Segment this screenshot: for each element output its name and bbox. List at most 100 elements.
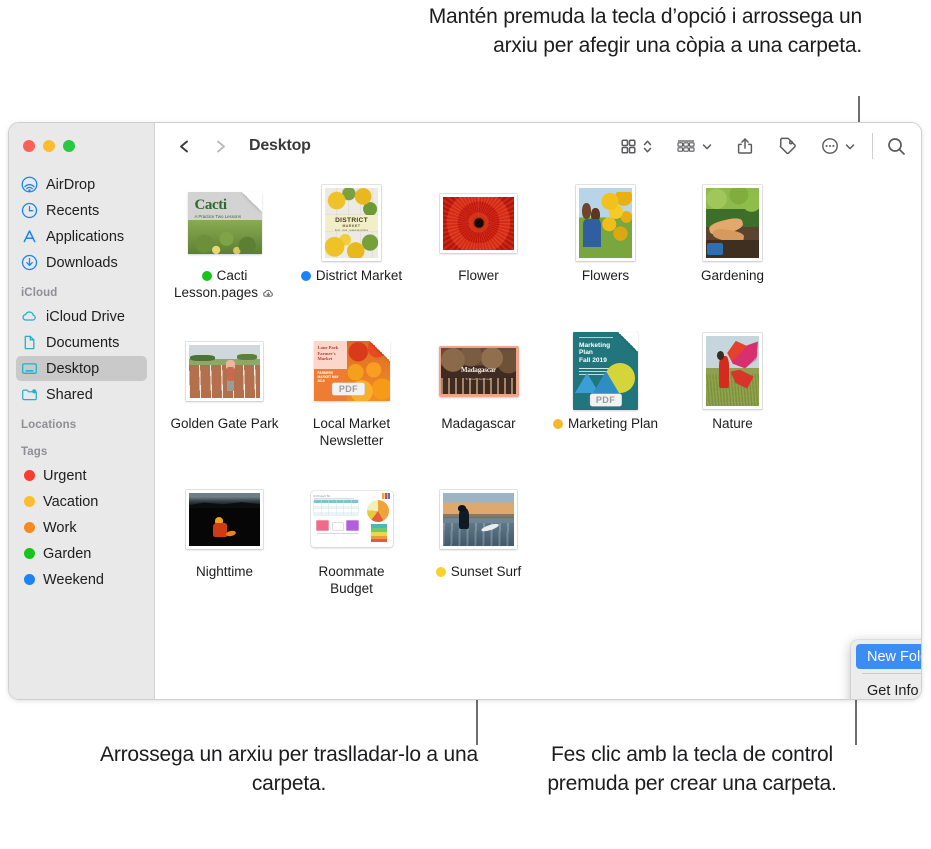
toolbar-divider bbox=[872, 133, 873, 159]
file-name-label[interactable]: Nature bbox=[712, 415, 753, 432]
file-thumbnail[interactable] bbox=[703, 327, 762, 415]
download-icon bbox=[21, 254, 38, 271]
file-name-label[interactable]: Nighttime bbox=[196, 563, 253, 580]
sidebar-item-recents[interactable]: Recents bbox=[16, 198, 147, 223]
file-thumbnail[interactable]: Lone Park Farmer's Market FARMERS MARKET… bbox=[313, 327, 390, 415]
sidebar-item-applications[interactable]: Applications bbox=[16, 224, 147, 249]
menu-item-new-folder[interactable]: New Folder bbox=[856, 644, 921, 669]
file-name-label[interactable]: Marketing Plan bbox=[552, 415, 658, 432]
file-item[interactable]: Nighttime bbox=[161, 475, 288, 623]
minimize-button[interactable] bbox=[43, 140, 55, 152]
sidebar-group-header: iCloud bbox=[21, 287, 58, 299]
file-name-label[interactable]: District Market bbox=[300, 267, 402, 284]
forward-button[interactable] bbox=[207, 133, 233, 159]
file-item[interactable]: Flowers bbox=[542, 179, 669, 327]
group-by-icon[interactable] bbox=[675, 137, 697, 156]
file-item[interactable]: Cacti A Practice Two Lessons Cacti Lesson… bbox=[161, 179, 288, 327]
sort-chevron-icon[interactable] bbox=[642, 137, 653, 156]
tag-dot-icon bbox=[24, 522, 35, 533]
file-name-text: Golden Gate Park bbox=[170, 416, 279, 431]
file-name-line: Budget bbox=[295, 580, 409, 597]
file-thumbnail[interactable]: Cacti A Practice Two Lessons bbox=[187, 179, 262, 267]
more-actions-icon[interactable] bbox=[820, 136, 840, 156]
file-name-text: Nighttime bbox=[195, 564, 254, 579]
chevron-down-icon[interactable] bbox=[701, 137, 713, 156]
sidebar-item-downloads[interactable]: Downloads bbox=[16, 250, 147, 275]
search-icon[interactable] bbox=[886, 136, 907, 157]
more-actions-control[interactable] bbox=[820, 136, 856, 156]
file-item[interactable]: Golden Gate Park bbox=[161, 327, 288, 475]
file-item[interactable]: Sunset Surf bbox=[415, 475, 542, 623]
icloud-download-icon[interactable] bbox=[262, 286, 275, 303]
file-thumbnail[interactable] bbox=[703, 179, 762, 267]
file-item[interactable]: Gardening bbox=[669, 179, 796, 327]
maximize-button[interactable] bbox=[63, 140, 75, 152]
annotation-top: Mantén premuda la tecla d’opció i arross… bbox=[428, 5, 862, 57]
file-item[interactable]: R Project Sh Roommate Budget bbox=[288, 475, 415, 623]
main-pane: Desktop Cacti A Practice Two Lessons Cac… bbox=[155, 123, 921, 699]
file-item[interactable]: Marketing Plan Fall 2019 PDF Marketing Pla… bbox=[542, 327, 669, 475]
sidebar-item-icloud-drive[interactable]: iCloud Drive bbox=[16, 304, 147, 329]
file-name-label[interactable]: Cacti Lesson.pages bbox=[163, 267, 287, 301]
shared-folder-icon bbox=[21, 386, 38, 403]
file-name-label[interactable]: Golden Gate Park bbox=[170, 415, 278, 432]
sidebar-item-shared[interactable]: Shared bbox=[16, 382, 147, 407]
grid-view-icon[interactable] bbox=[619, 137, 638, 156]
sidebar-item-weekend[interactable]: Weekend bbox=[16, 567, 147, 592]
file-name-label[interactable]: Madagascar bbox=[441, 415, 515, 432]
group-by-control[interactable] bbox=[675, 137, 713, 156]
sidebar-item-airdrop[interactable]: AirDrop bbox=[16, 172, 147, 197]
file-name-line: Flowers bbox=[582, 267, 629, 284]
file-thumbnail[interactable] bbox=[186, 327, 263, 415]
file-name-label[interactable]: Gardening bbox=[701, 267, 764, 284]
context-menu[interactable]: New FolderGet InfoUse GroupsSort By›Show… bbox=[851, 640, 921, 699]
sidebar-item-urgent[interactable]: Urgent bbox=[16, 463, 147, 488]
file-name-line: District Market bbox=[300, 267, 402, 284]
sidebar-group-icloud: iCloud iCloud Drive Documents Desktop Sh… bbox=[9, 276, 154, 407]
file-item[interactable]: Nature bbox=[669, 327, 796, 475]
sidebar-item-vacation[interactable]: Vacation bbox=[16, 489, 147, 514]
file-item[interactable]: Lone Park Farmer's Market FARMERS MARKET… bbox=[288, 327, 415, 475]
menu-item-label: Get Info bbox=[867, 682, 919, 699]
share-icon[interactable] bbox=[735, 136, 755, 156]
sidebar-item-label: Shared bbox=[46, 386, 93, 403]
applications-icon bbox=[21, 228, 38, 245]
file-thumbnail[interactable] bbox=[186, 475, 263, 563]
sidebar-item-work[interactable]: Work bbox=[16, 515, 147, 540]
file-name-label[interactable]: Flowers bbox=[582, 267, 629, 284]
sidebar-item-documents[interactable]: Documents bbox=[16, 330, 147, 355]
file-thumbnail[interactable]: Marketing Plan Fall 2019 PDF bbox=[573, 327, 638, 415]
file-name-line: Local Market bbox=[290, 415, 414, 432]
file-name-label[interactable]: Local Market Newsletter bbox=[290, 415, 414, 449]
file-grid[interactable]: Cacti A Practice Two Lessons Cacti Lesson… bbox=[155, 169, 921, 699]
file-thumbnail[interactable]: DISTRICT MARKET fresh · local · seasonal… bbox=[322, 179, 381, 267]
file-item[interactable]: DISTRICT MARKET fresh · local · seasonal… bbox=[288, 179, 415, 327]
file-name-label[interactable]: Roommate Budget bbox=[295, 563, 409, 597]
sidebar-item-label: Vacation bbox=[43, 493, 99, 510]
view-mode-control[interactable] bbox=[619, 137, 653, 156]
file-name-label[interactable]: Sunset Surf bbox=[435, 563, 521, 580]
file-name-label[interactable]: Flower bbox=[458, 267, 499, 284]
sidebar-item-desktop[interactable]: Desktop bbox=[16, 356, 147, 381]
back-button[interactable] bbox=[171, 133, 197, 159]
close-button[interactable] bbox=[23, 140, 35, 152]
sidebar-item-garden[interactable]: Garden bbox=[16, 541, 147, 566]
toolbar: Desktop bbox=[155, 123, 921, 169]
file-thumbnail[interactable] bbox=[440, 475, 517, 563]
menu-item-get-info[interactable]: Get Info bbox=[856, 678, 921, 699]
file-name-line: Gardening bbox=[701, 267, 764, 284]
file-item[interactable]: Flower bbox=[415, 179, 542, 327]
file-name-line: Newsletter bbox=[290, 432, 414, 449]
tag-icon[interactable] bbox=[777, 136, 798, 156]
file-thumbnail[interactable] bbox=[440, 179, 517, 267]
tag-dot-icon bbox=[24, 548, 35, 559]
file-thumbnail[interactable] bbox=[576, 179, 635, 267]
file-item[interactable]: Madagascar Travel Journal Madagascar bbox=[415, 327, 542, 475]
chevron-down-icon[interactable] bbox=[844, 137, 856, 156]
file-thumbnail[interactable]: R Project Sh bbox=[310, 475, 393, 563]
clock-icon bbox=[21, 202, 38, 219]
photo-frame bbox=[186, 489, 263, 549]
photo-frame: DISTRICT MARKET fresh · local · seasonal… bbox=[322, 185, 381, 261]
file-thumbnail[interactable]: Madagascar Travel Journal bbox=[438, 327, 519, 415]
finder-window: AirDrop Recents Applications Downloads iC… bbox=[8, 122, 922, 700]
